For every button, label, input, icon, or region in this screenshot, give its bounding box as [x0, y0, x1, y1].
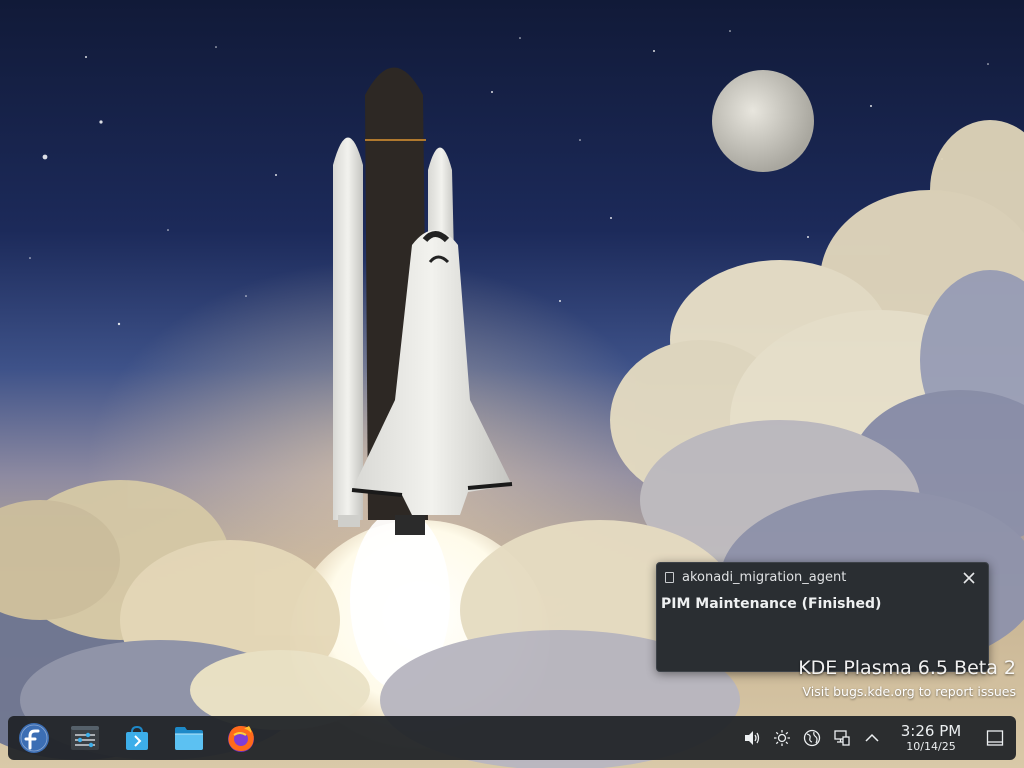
- brightness-icon[interactable]: [768, 723, 796, 753]
- firefox-icon: [228, 726, 254, 752]
- notification-app-name: akonadi_migration_agent: [682, 570, 847, 585]
- chevron-up-icon[interactable]: [858, 723, 886, 753]
- task-system-settings[interactable]: [63, 719, 107, 757]
- moon: [712, 70, 814, 172]
- task-discover[interactable]: [115, 719, 159, 757]
- clock-date: 10/14/25: [906, 740, 956, 753]
- task-dolphin[interactable]: [167, 719, 211, 757]
- bug-report-watermark: Visit bugs.kde.org to report issues: [802, 684, 1017, 699]
- network-wired-icon[interactable]: [828, 723, 856, 753]
- taskbar-panel: 3:26 PM 10/14/25: [8, 716, 1016, 760]
- space-shuttle: [333, 67, 513, 535]
- network-globe-icon[interactable]: [798, 723, 826, 753]
- notification-header: akonadi_migration_agent: [657, 563, 988, 592]
- system-settings-icon: [71, 726, 99, 750]
- document-icon: [665, 572, 674, 583]
- plasma-version-watermark: KDE Plasma 6.5 Beta 2: [798, 657, 1016, 679]
- task-firefox[interactable]: [219, 719, 263, 757]
- dolphin-folder-icon: [175, 727, 203, 750]
- fedora-logo-icon: [19, 723, 49, 753]
- digital-clock[interactable]: 3:26 PM 10/14/25: [894, 722, 968, 753]
- show-desktop-icon[interactable]: [978, 719, 1012, 757]
- close-icon[interactable]: [958, 567, 980, 589]
- application-launcher-button[interactable]: [13, 719, 55, 757]
- volume-icon[interactable]: [738, 723, 766, 753]
- clock-time: 3:26 PM: [900, 722, 962, 740]
- notification-popup[interactable]: akonadi_migration_agent PIM Maintenance …: [656, 562, 989, 672]
- notification-title: PIM Maintenance (Finished): [661, 596, 882, 612]
- discover-store-icon: [126, 725, 148, 750]
